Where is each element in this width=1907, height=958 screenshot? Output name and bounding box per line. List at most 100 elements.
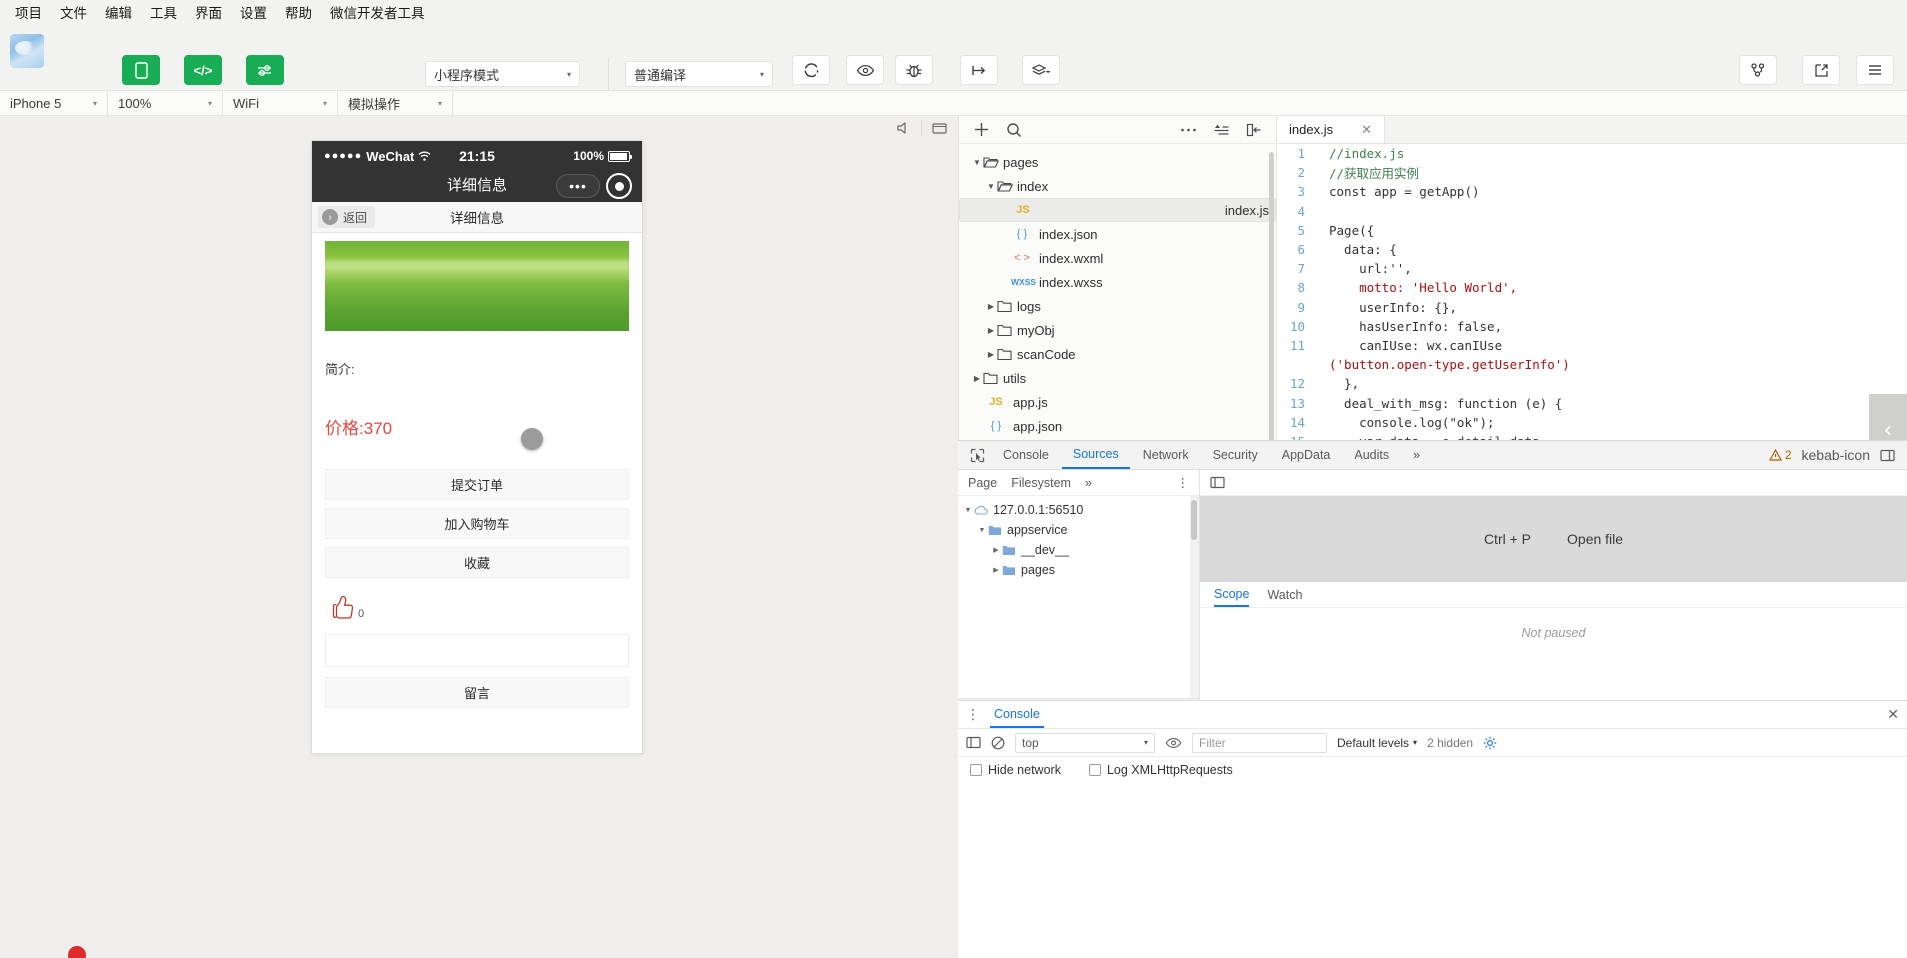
chevron-right-icon[interactable]: ▶ xyxy=(971,374,983,383)
tree-node-myobj[interactable]: ▶ myObj xyxy=(959,318,1276,342)
subtab-overflow[interactable]: » xyxy=(1085,476,1092,490)
chevron-right-icon[interactable]: ▶ xyxy=(985,302,997,311)
message-input[interactable] xyxy=(325,634,629,667)
window-icon[interactable] xyxy=(932,121,950,135)
tab-network[interactable]: Network xyxy=(1132,441,1200,469)
menu-item-settings[interactable]: 设置 xyxy=(231,0,276,24)
editor-tab-index-js[interactable]: index.js ✕ xyxy=(1277,116,1385,143)
tab-overflow[interactable]: » xyxy=(1402,441,1431,469)
project-mode-select[interactable]: 小程序模式 ▾ xyxy=(425,61,580,87)
tree-node-app-js[interactable]: JS app.js xyxy=(959,390,1276,414)
log-xhr-option[interactable]: Log XMLHttpRequests xyxy=(1088,763,1233,777)
capsule-more-button[interactable]: ••• xyxy=(556,174,600,198)
chevron-down-icon[interactable]: ▼ xyxy=(971,158,983,167)
tree-node-pages[interactable]: ▼ pages xyxy=(959,150,1276,174)
subtab-page[interactable]: Page xyxy=(968,476,997,490)
source-node-appservice[interactable]: ▼ appservice xyxy=(958,520,1199,540)
simulate-action-select[interactable]: 模拟操作 ▾ xyxy=(338,91,453,115)
tree-node-index-wxss[interactable]: WXSS index.wxss xyxy=(959,270,1276,294)
menu-item-help[interactable]: 帮助 xyxy=(276,0,321,24)
menu-item-tools[interactable]: 工具 xyxy=(141,0,186,24)
chevron-right-icon[interactable]: ▶ xyxy=(990,566,1002,574)
tab-appdata[interactable]: AppData xyxy=(1271,441,1342,469)
sources-scrollbar[interactable] xyxy=(1191,500,1197,540)
subtab-filesystem[interactable]: Filesystem xyxy=(1011,476,1071,490)
hide-network-option[interactable]: Hide network xyxy=(970,763,1061,777)
dock-icon[interactable] xyxy=(1880,449,1895,462)
console-context-select[interactable]: top ▾ xyxy=(1015,732,1155,753)
target-icon[interactable] xyxy=(606,173,632,199)
search-icon[interactable] xyxy=(1006,122,1022,138)
open-file-hint[interactable]: Ctrl + P Open file xyxy=(1200,496,1907,582)
chevron-right-icon[interactable]: ▶ xyxy=(990,546,1002,554)
console-filter-input[interactable]: Filter xyxy=(1192,732,1327,753)
tab-watch[interactable]: Watch xyxy=(1267,588,1302,602)
clear-icon[interactable] xyxy=(991,736,1005,750)
submit-order-button[interactable]: 提交订单 xyxy=(325,469,629,500)
tab-console[interactable]: Console xyxy=(992,441,1060,469)
more-icon[interactable] xyxy=(1180,127,1197,133)
source-node-dev[interactable]: ▶ __dev__ xyxy=(958,540,1199,560)
tree-node-label: index.wxml xyxy=(1039,250,1104,266)
favorite-button[interactable]: 收藏 xyxy=(325,547,629,578)
tree-node-utils[interactable]: ▶ utils xyxy=(959,366,1276,390)
tree-node-app-json[interactable]: { } app.json xyxy=(959,414,1276,438)
panel-icon[interactable] xyxy=(1246,123,1262,137)
device-select[interactable]: iPhone 5 ▾ xyxy=(0,91,108,115)
tree-node-index-js[interactable]: JS index.js xyxy=(959,198,1276,222)
menu-item-wechat-devtools[interactable]: 微信开发者工具 xyxy=(321,0,434,24)
menu-item-project[interactable]: 项目 xyxy=(6,0,51,24)
tree-node-label: utils xyxy=(1003,370,1027,386)
phone-icon xyxy=(122,55,160,85)
close-icon[interactable]: ✕ xyxy=(1361,122,1372,138)
console-levels-select[interactable]: Default levels ▾ xyxy=(1337,736,1417,750)
tree-node-logs[interactable]: ▶ logs xyxy=(959,294,1276,318)
checkbox[interactable] xyxy=(1088,764,1101,776)
sidebar-icon[interactable] xyxy=(1210,476,1225,489)
code-icon: </> xyxy=(184,55,222,85)
like-control[interactable]: 0 xyxy=(330,590,642,620)
drag-knob[interactable] xyxy=(521,428,543,450)
tree-node-index-json[interactable]: { } index.json xyxy=(959,222,1276,246)
kebab-icon[interactable]: kebab-icon xyxy=(1802,447,1871,463)
chevron-right-icon[interactable]: ▶ xyxy=(985,326,997,335)
network-select[interactable]: WiFi ▾ xyxy=(223,91,338,115)
compile-mode-select[interactable]: 普通编译 ▾ xyxy=(625,61,773,87)
menu-item-interface[interactable]: 界面 xyxy=(186,0,231,24)
chevron-down-icon[interactable]: ▼ xyxy=(962,507,974,514)
inspect-icon[interactable] xyxy=(964,448,990,463)
close-icon[interactable]: ✕ xyxy=(1887,706,1899,723)
tree-node-label: logs xyxy=(1017,298,1041,314)
menu-item-edit[interactable]: 编辑 xyxy=(96,0,141,24)
tree-node-index-folder[interactable]: ▼ index xyxy=(959,174,1276,198)
drawer-tab-console[interactable]: Console xyxy=(990,701,1044,728)
leave-message-button[interactable]: 留言 xyxy=(325,677,629,708)
add-to-cart-button[interactable]: 加入购物车 xyxy=(325,508,629,539)
network-select-value: WiFi xyxy=(233,95,259,111)
collapse-icon[interactable] xyxy=(1213,123,1230,137)
source-node-pages[interactable]: ▶ pages xyxy=(958,560,1199,580)
tree-node-scancode[interactable]: ▶ scanCode xyxy=(959,342,1276,366)
eye-icon[interactable] xyxy=(1165,737,1182,749)
tab-scope[interactable]: Scope xyxy=(1214,582,1250,607)
menu-item-file[interactable]: 文件 xyxy=(51,0,96,24)
plus-icon[interactable] xyxy=(973,121,990,138)
drawer-kebab-icon[interactable]: ⋮ xyxy=(966,706,980,723)
warning-badge[interactable]: 2 xyxy=(1768,448,1792,462)
tab-audits[interactable]: Audits xyxy=(1343,441,1400,469)
gear-icon[interactable] xyxy=(1483,736,1497,750)
chevron-right-icon[interactable]: ▶ xyxy=(985,350,997,359)
checkbox[interactable] xyxy=(970,764,982,776)
console-sidebar-icon[interactable] xyxy=(966,736,981,749)
sources-kebab-icon[interactable]: ⋮ xyxy=(1177,475,1190,490)
volume-icon[interactable] xyxy=(895,121,911,135)
source-node-host[interactable]: ▼ 127.0.0.1:56510 xyxy=(958,500,1199,520)
tab-security[interactable]: Security xyxy=(1202,441,1269,469)
tab-sources[interactable]: Sources xyxy=(1061,441,1130,469)
chevron-down-icon[interactable]: ▼ xyxy=(985,182,997,191)
chevron-down-icon[interactable]: ▼ xyxy=(976,527,988,534)
tree-node-index-wxml[interactable]: < > index.wxml xyxy=(959,246,1276,270)
zoom-select[interactable]: 100% ▾ xyxy=(108,91,223,115)
console-output[interactable] xyxy=(958,783,1907,958)
file-tree-scrollbar[interactable] xyxy=(1269,152,1274,442)
